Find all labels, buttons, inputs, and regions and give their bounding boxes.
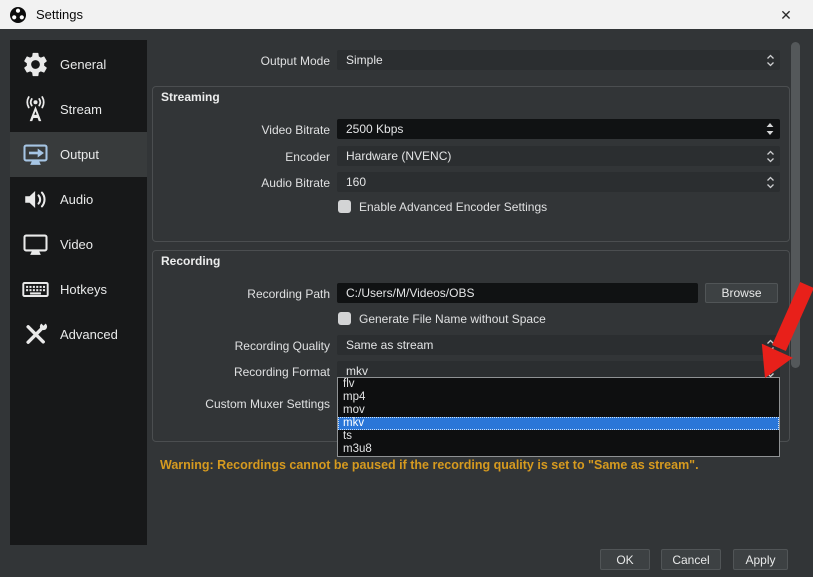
recording-quality-label: Recording Quality <box>150 339 330 353</box>
dropdown-option-m3u8[interactable]: m3u8 <box>338 443 779 456</box>
recording-quality-select[interactable]: Same as stream <box>337 335 780 355</box>
encoder-value: Hardware (NVENC) <box>346 149 451 163</box>
dropdown-option-mp4[interactable]: mp4 <box>338 391 779 404</box>
cancel-button[interactable]: Cancel <box>661 549 721 570</box>
sidebar-item-label: Stream <box>60 102 102 117</box>
sidebar-item-output[interactable]: Output <box>10 132 147 177</box>
output-mode-select[interactable]: Simple <box>337 50 780 70</box>
video-bitrate-spinbox[interactable]: 2500 Kbps <box>337 119 780 139</box>
filename-without-space-checkbox[interactable] <box>338 312 351 325</box>
ok-button[interactable]: OK <box>600 549 650 570</box>
filename-without-space-checkbox-label: Generate File Name without Space <box>359 312 546 326</box>
warning-text: Warning: Recordings cannot be paused if … <box>160 458 780 472</box>
red-pointer-arrow-icon <box>740 280 813 383</box>
output-mode-label: Output Mode <box>150 54 330 68</box>
close-icon[interactable]: ✕ <box>775 4 797 26</box>
speaker-icon <box>19 184 51 216</box>
recording-path-value: C:/Users/M/Videos/OBS <box>346 286 474 300</box>
sidebar-item-audio[interactable]: Audio <box>10 177 147 222</box>
streaming-group-title: Streaming <box>161 90 220 104</box>
audio-bitrate-select[interactable]: 160 <box>337 172 780 192</box>
encoder-label: Encoder <box>150 150 330 164</box>
dropdown-option-ts[interactable]: ts <box>338 430 779 443</box>
sidebar-item-label: Audio <box>60 192 93 207</box>
sidebar-item-stream[interactable]: Stream <box>10 87 147 132</box>
broadcast-icon <box>19 94 51 126</box>
advanced-encoder-checkbox-label: Enable Advanced Encoder Settings <box>359 200 547 214</box>
recording-path-input[interactable]: C:/Users/M/Videos/OBS <box>337 283 698 303</box>
recording-format-value: mkv <box>346 364 368 378</box>
custom-muxer-label: Custom Muxer Settings <box>150 397 330 411</box>
dropdown-option-mkv[interactable]: mkv <box>338 417 779 430</box>
dropdown-option-flv[interactable]: flv <box>338 378 779 391</box>
titlebar: Settings ✕ <box>0 0 813 29</box>
video-bitrate-label: Video Bitrate <box>150 123 330 137</box>
sidebar-item-label: Hotkeys <box>60 282 107 297</box>
window-title: Settings <box>36 7 83 22</box>
spinner-up-down-icon[interactable] <box>765 121 775 140</box>
output-mode-value: Simple <box>346 53 383 67</box>
sidebar-item-label: Video <box>60 237 93 252</box>
gear-icon <box>19 49 51 81</box>
chevron-up-down-icon[interactable] <box>766 53 775 71</box>
monitor-arrow-icon <box>19 139 51 171</box>
sidebar-item-advanced[interactable]: Advanced <box>10 312 147 357</box>
audio-bitrate-value: 160 <box>346 175 366 189</box>
keyboard-icon <box>19 274 51 306</box>
tools-icon <box>19 319 51 351</box>
video-bitrate-value: 2500 Kbps <box>346 122 403 136</box>
recording-quality-value: Same as stream <box>346 338 433 352</box>
sidebar-item-general[interactable]: General <box>10 42 147 87</box>
apply-button[interactable]: Apply <box>733 549 788 570</box>
dropdown-option-mov[interactable]: mov <box>338 404 779 417</box>
chevron-up-down-icon[interactable] <box>766 175 775 193</box>
sidebar-item-hotkeys[interactable]: Hotkeys <box>10 267 147 312</box>
sidebar-item-label: Advanced <box>60 327 118 342</box>
monitor-icon <box>19 229 51 261</box>
sidebar-item-label: Output <box>60 147 99 162</box>
sidebar-item-label: General <box>60 57 106 72</box>
recording-path-label: Recording Path <box>150 287 330 301</box>
recording-format-label: Recording Format <box>150 365 330 379</box>
recording-group-title: Recording <box>161 254 220 268</box>
advanced-encoder-checkbox[interactable] <box>338 200 351 213</box>
obs-logo-icon <box>9 6 27 24</box>
settings-sidebar: General Stream Output <box>10 40 147 545</box>
sidebar-item-video[interactable]: Video <box>10 222 147 267</box>
recording-format-dropdown: flv mp4 mov mkv ts m3u8 <box>337 377 780 457</box>
audio-bitrate-label: Audio Bitrate <box>150 176 330 190</box>
chevron-up-down-icon[interactable] <box>766 149 775 167</box>
encoder-select[interactable]: Hardware (NVENC) <box>337 146 780 166</box>
